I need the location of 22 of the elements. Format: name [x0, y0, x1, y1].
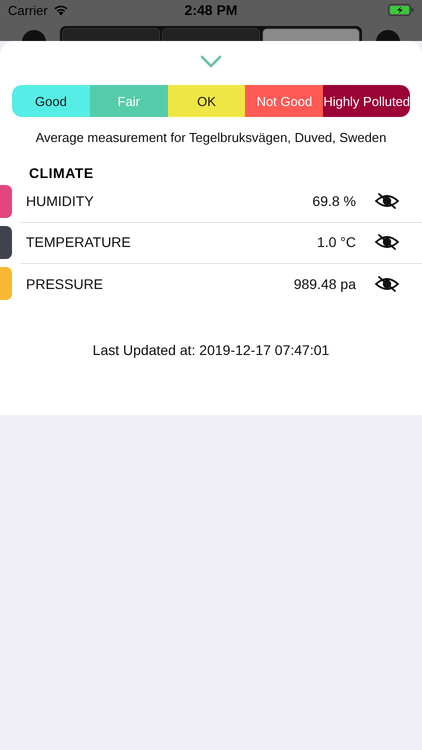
- measurement-value: 1.0 °C: [316, 234, 356, 250]
- last-updated-text: Last Updated at: 2019-12-17 07:47:01: [92, 342, 330, 358]
- status-time: 2:48 PM: [184, 2, 238, 18]
- legend-label: Not Good: [245, 85, 324, 117]
- section-title: CLIMATE: [29, 165, 95, 181]
- measurement-value: 989.48 pa: [294, 276, 356, 292]
- carrier-name: Carrier: [8, 2, 48, 18]
- eye-slash-icon[interactable]: [374, 192, 400, 210]
- legend-label: Good: [12, 85, 90, 117]
- wifi-icon: [52, 4, 69, 16]
- legend-label: OK: [168, 85, 246, 117]
- battery-charging-icon: [388, 4, 414, 16]
- legend-label: Highly Polluted: [323, 85, 410, 117]
- measurement-name: HUMIDITY: [26, 193, 94, 209]
- legend-label: Fair: [90, 85, 168, 117]
- measurement-value: 69.8 %: [312, 193, 356, 209]
- measurement-name: TEMPERATURE: [26, 234, 131, 250]
- measurement-name: PRESSURE: [26, 276, 104, 292]
- location-caption: Average measurement for Tegelbruksvägen, Duved, Sweden: [34, 130, 388, 145]
- chevron-down-icon[interactable]: [200, 55, 222, 69]
- eye-slash-icon[interactable]: [374, 274, 400, 292]
- eye-slash-icon[interactable]: [374, 233, 400, 251]
